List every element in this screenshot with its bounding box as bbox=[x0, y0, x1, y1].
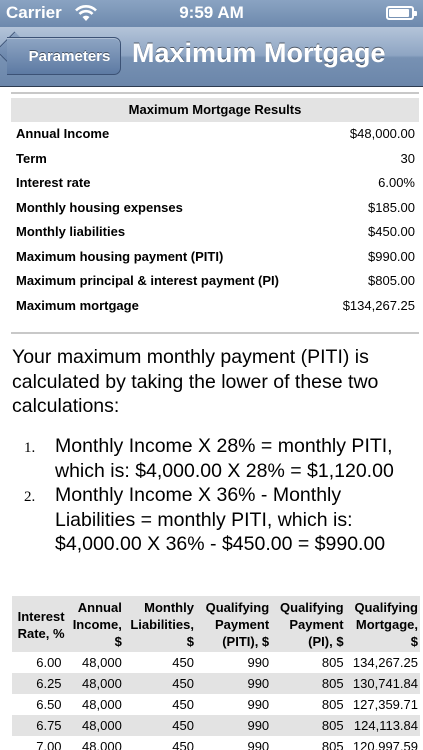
table-header-cell: Annual Income, $ bbox=[66, 596, 124, 652]
table-cell: 124,113.84 bbox=[345, 715, 420, 736]
table-cell: 6.25 bbox=[12, 673, 67, 694]
clock: 9:59 AM bbox=[179, 3, 244, 22]
table-row: 6.75 48,000 450 990 805 124,113.84 bbox=[12, 715, 420, 736]
calculation-step: 1. Monthly Income X 28% = monthly PITI, w… bbox=[24, 434, 414, 483]
table-cell: 990 bbox=[195, 673, 272, 694]
table-cell: 6.00 bbox=[36, 655, 62, 670]
table-cell: 127,359.71 bbox=[352, 697, 418, 712]
divider bbox=[11, 92, 419, 94]
table-row: 7.00 48,000 450 990 805 120,997.59 bbox=[12, 736, 420, 750]
table-cell: 805 bbox=[271, 715, 346, 736]
explanation-text: Your maximum monthly payment (PITI) is c… bbox=[12, 346, 379, 417]
battery-icon bbox=[386, 6, 417, 20]
table-cell: 48,000 bbox=[82, 739, 122, 750]
results-row-value: $48,000.00 bbox=[349, 126, 415, 141]
results-row-label: Monthly liabilities bbox=[16, 224, 126, 239]
table-row: 6.50 48,000 450 990 805 127,359.71 bbox=[12, 694, 420, 715]
table-cell: 7.00 bbox=[36, 739, 62, 750]
results-row-label: Interest rate bbox=[16, 175, 91, 190]
table-header-cell: Qualifying Mortgage, $ bbox=[345, 596, 420, 652]
results-row-label: Maximum principal & interest payment (PI… bbox=[16, 273, 279, 288]
table-cell: 990 bbox=[195, 715, 272, 736]
calculation-steps: 1. Monthly Income X 28% = monthly PITI, w… bbox=[24, 434, 414, 557]
table-cell: 805 bbox=[321, 655, 344, 670]
results-row-label: Monthly housing expenses bbox=[16, 199, 183, 215]
table-cell: 450 bbox=[123, 673, 196, 694]
table-cell: 134,267.25 bbox=[352, 655, 418, 670]
table-cell: 130,741.84 bbox=[345, 673, 420, 694]
results-row-label: Annual Income bbox=[16, 126, 110, 141]
results-row: Monthly housing expenses $185.00 bbox=[11, 196, 419, 221]
table-header-cell: Qualifying Payment (PITI), $ bbox=[195, 596, 272, 652]
results-row-value: 30 bbox=[400, 150, 415, 166]
results-row-value: $805.00 bbox=[368, 273, 415, 288]
table-header-cell: Interest Rate, % bbox=[12, 596, 67, 652]
table-cell: 450 bbox=[172, 655, 194, 670]
content-scroll-area[interactable]: Maximum Mortgage Results Annual Income $4… bbox=[0, 88, 423, 750]
table-cell: 990 bbox=[247, 739, 270, 750]
step-text: Monthly Income X 28% = monthly PITI, whi… bbox=[55, 435, 394, 482]
table-cell: 6.50 bbox=[36, 697, 62, 712]
step-number: 2. bbox=[24, 489, 36, 505]
results-row: Monthly liabilities $450.00 bbox=[11, 220, 419, 245]
table-cell: 120,997.59 bbox=[352, 739, 418, 750]
table-cell: 805 bbox=[321, 697, 344, 712]
results-row: Annual Income $48,000.00 bbox=[11, 122, 419, 147]
results-row-value: $134,267.25 bbox=[342, 297, 415, 313]
results-row-label: Maximum mortgage bbox=[16, 297, 139, 313]
table-cell: 48,000 bbox=[66, 715, 124, 736]
rate-table: Interest Rate, % Annual Income, $ Monthly … bbox=[12, 596, 420, 750]
results-row: Term 30 bbox=[11, 147, 419, 172]
results-row: Maximum housing payment (PITI) $990.00 bbox=[11, 245, 419, 270]
back-button[interactable]: Parameters bbox=[7, 37, 121, 75]
table-cell: 450 bbox=[123, 715, 196, 736]
results-header: Maximum Mortgage Results bbox=[11, 98, 419, 122]
page-title: Maximum Mortgage bbox=[132, 38, 386, 68]
navigation-bar: Parameters Maximum Mortgage bbox=[0, 27, 423, 87]
results-row-value: $990.00 bbox=[368, 248, 415, 264]
table-cell: 990 bbox=[247, 655, 270, 670]
table-cell: 48,000 bbox=[82, 655, 122, 670]
results-row-label: Term bbox=[16, 150, 47, 166]
results-table: Maximum Mortgage Results Annual Income $4… bbox=[11, 98, 419, 318]
results-row-label: Maximum housing payment (PITI) bbox=[16, 248, 224, 264]
step-text: Monthly Income X 36% - Monthly Liabiliti… bbox=[55, 484, 386, 555]
results-row-value: $185.00 bbox=[368, 199, 415, 215]
table-cell: 805 bbox=[271, 673, 346, 694]
results-row-value: 6.00% bbox=[378, 175, 415, 190]
results-row: Interest rate 6.00% bbox=[11, 171, 419, 196]
calculation-step: 2. Monthly Income X 36% - Monthly Liabili… bbox=[24, 483, 414, 557]
results-row-value: $450.00 bbox=[368, 224, 415, 239]
step-number: 1. bbox=[24, 440, 36, 456]
divider bbox=[11, 332, 419, 334]
table-cell: 48,000 bbox=[66, 673, 124, 694]
results-row: Maximum mortgage $134,267.25 bbox=[11, 294, 419, 319]
table-cell: 805 bbox=[321, 739, 344, 750]
table-cell: 450 bbox=[172, 697, 194, 712]
table-cell: 450 bbox=[172, 739, 194, 750]
back-button-label: Parameters bbox=[28, 47, 111, 65]
results-row: Maximum principal & interest payment (PI… bbox=[11, 269, 419, 294]
table-header-cell: Qualifying Payment (PI), $ bbox=[271, 596, 346, 652]
table-row: 6.25 48,000 450 990 805 130,741.84 bbox=[12, 673, 420, 694]
table-row: 6.00 48,000 450 990 805 134,267.25 bbox=[12, 652, 420, 673]
status-bar: Carrier 9:59 AM bbox=[0, 0, 423, 27]
table-cell: 990 bbox=[247, 697, 270, 712]
table-cell: 48,000 bbox=[82, 697, 122, 712]
table-header-cell: Monthly Liabilities, $ bbox=[123, 596, 196, 652]
table-cell: 6.75 bbox=[12, 715, 67, 736]
